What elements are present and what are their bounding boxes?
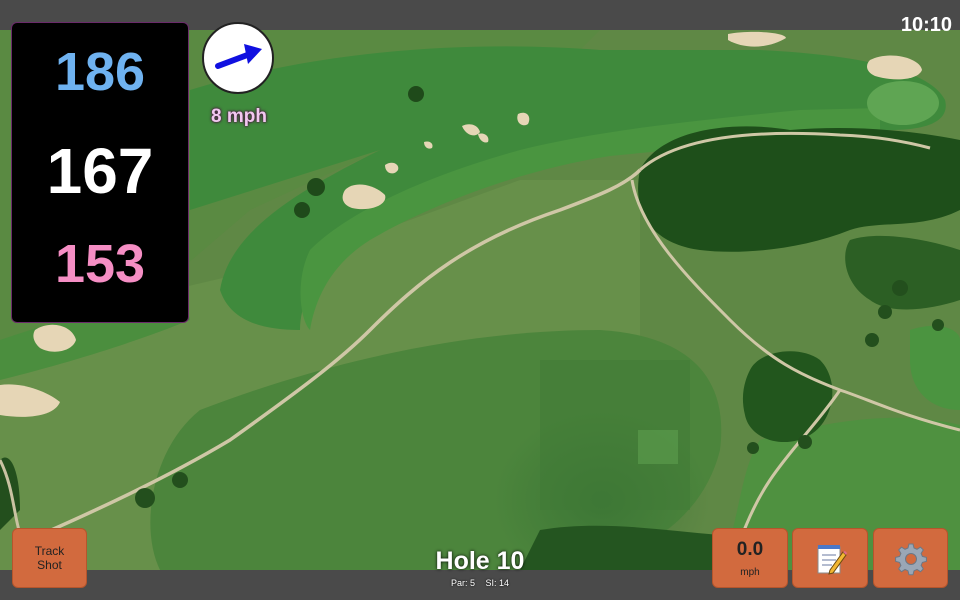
golf-gps-screen: 10:10 186 167 153 8 mph Hole 10 Par: 5 S… <box>0 0 960 600</box>
arrow-right-icon <box>215 44 262 69</box>
hole-title: Hole 10 <box>435 547 525 575</box>
speed-button[interactable]: 0.0 mph <box>712 528 788 588</box>
settings-button[interactable] <box>873 528 948 588</box>
track-shot-button[interactable]: Track Shot <box>12 528 87 588</box>
track-shot-line-1: Track <box>34 544 65 558</box>
track-shot-line-2: Shot <box>37 558 62 572</box>
stroke-index-label: SI: 14 <box>485 578 510 588</box>
wind-indicator <box>202 22 274 94</box>
wind-speed-label: 8 mph <box>211 106 267 127</box>
speed-value: 0.0 <box>736 539 764 560</box>
hole-details: Par: 5 SI: 14 <box>380 578 580 588</box>
distance-back-of-green: 186 <box>54 42 146 102</box>
notes-button[interactable] <box>792 528 868 588</box>
notepad-icon <box>817 545 847 575</box>
speed-unit: mph <box>740 567 760 578</box>
par-label: Par: 5 <box>450 578 475 588</box>
gear-icon <box>895 543 927 576</box>
distance-middle-of-green: 167 <box>46 135 154 207</box>
distance-front-of-green: 153 <box>54 234 146 294</box>
clock-time: 10:10 <box>900 14 952 36</box>
distance-panel: 186 167 153 <box>11 22 189 323</box>
track-shot-label: Track Shot <box>35 544 65 572</box>
